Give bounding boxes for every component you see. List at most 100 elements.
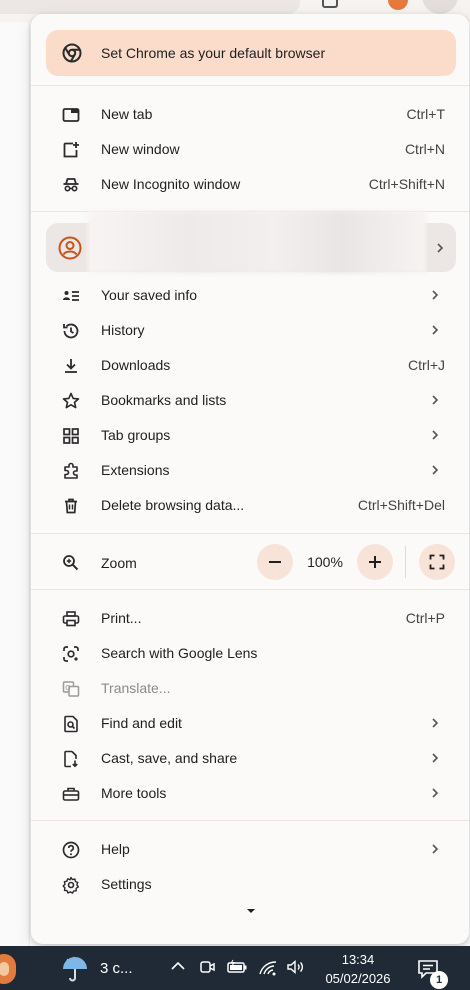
menu-item-label: Your saved info xyxy=(101,287,197,303)
address-bar-edge xyxy=(0,0,300,14)
clock[interactable]: 13:34 05/02/2026 xyxy=(320,950,396,988)
tab-groups-icon xyxy=(61,426,81,446)
menu-divider xyxy=(31,85,469,86)
menu-item-delete-browsing-data[interactable]: Delete browsing data... Ctrl+Shift+Del xyxy=(31,488,469,523)
chevron-right-icon xyxy=(429,751,443,765)
menu-item-incognito[interactable]: New Incognito window Ctrl+Shift+N xyxy=(31,167,469,202)
notification-badge: 1 xyxy=(430,971,448,989)
chevron-right-icon xyxy=(429,842,443,856)
menu-item-label: Tab groups xyxy=(101,427,171,443)
menu-item-label: Delete browsing data... xyxy=(101,497,245,513)
extensions-icon xyxy=(61,461,81,481)
find-icon xyxy=(61,714,81,734)
new-window-icon xyxy=(61,140,81,160)
page-content-edge xyxy=(0,22,30,947)
menu-item-label: Bookmarks and lists xyxy=(101,392,227,408)
menu-item-bookmarks[interactable]: Bookmarks and lists xyxy=(31,383,469,418)
zoom-level: 100% xyxy=(307,554,343,570)
taskbar-app-avatar-icon[interactable] xyxy=(0,954,16,984)
shortcut-label: Ctrl+Shift+Del xyxy=(357,497,445,513)
menu-item-label: Downloads xyxy=(101,357,171,373)
zoom-row: Zoom 100% xyxy=(31,544,469,580)
menu-divider xyxy=(31,533,469,534)
chevron-right-icon xyxy=(429,288,443,302)
menu-item-saved-info[interactable]: Your saved info xyxy=(31,278,469,313)
menu-item-label: New tab xyxy=(101,106,153,122)
weather-icon[interactable] xyxy=(60,956,90,987)
zoom-label: Zoom xyxy=(101,555,137,571)
menu-item-label: Extensions xyxy=(101,462,170,478)
history-icon xyxy=(61,321,81,341)
shortcut-label: Ctrl+J xyxy=(408,357,445,373)
saved-info-icon xyxy=(61,286,81,306)
default-browser-banner[interactable]: Set Chrome as your default browser xyxy=(46,30,456,76)
svg-text:G: G xyxy=(65,684,70,692)
menu-item-print[interactable]: Print... Ctrl+P xyxy=(31,601,469,636)
shortcut-label: Ctrl+P xyxy=(405,610,445,626)
menu-item-label: Search with Google Lens xyxy=(101,645,258,661)
menu-item-label: History xyxy=(101,322,145,338)
default-browser-label: Set Chrome as your default browser xyxy=(101,45,326,61)
zoom-out-button[interactable] xyxy=(257,544,293,580)
menu-item-translate: G Translate... xyxy=(31,671,469,706)
volume-icon[interactable] xyxy=(286,958,306,981)
new-tab-icon xyxy=(61,105,81,125)
menu-item-label: Print... xyxy=(101,610,142,626)
weather-text[interactable]: 3 c... xyxy=(100,960,133,977)
menu-item-downloads[interactable]: Downloads Ctrl+J xyxy=(31,348,469,383)
fullscreen-icon xyxy=(429,554,445,570)
shortcut-label: Ctrl+Shift+N xyxy=(368,176,445,192)
menu-item-google-lens[interactable]: Search with Google Lens xyxy=(31,636,469,671)
profile-avatar-icon[interactable] xyxy=(388,0,408,10)
menu-item-new-window[interactable]: New window Ctrl+N xyxy=(31,132,469,167)
menu-item-more-tools[interactable]: More tools xyxy=(31,776,469,811)
menu-item-extensions[interactable]: Extensions xyxy=(31,453,469,488)
menu-item-new-tab[interactable]: New tab Ctrl+T xyxy=(31,97,469,132)
star-icon xyxy=(61,391,81,411)
menu-item-find-and-edit[interactable]: Find and edit xyxy=(31,706,469,741)
menu-divider xyxy=(31,820,469,821)
chevron-right-icon xyxy=(429,428,443,442)
menu-item-tab-groups[interactable]: Tab groups xyxy=(31,418,469,453)
menu-item-label: New window xyxy=(101,141,180,157)
profile-icon xyxy=(58,236,82,265)
menu-item-cast-save-share[interactable]: Cast, save, and share xyxy=(31,741,469,776)
toolbox-icon xyxy=(61,784,81,804)
menu-item-help[interactable]: Help xyxy=(31,832,469,867)
shortcut-label: Ctrl+N xyxy=(404,141,445,157)
clock-date: 05/02/2026 xyxy=(325,971,391,986)
chrome-menu-button[interactable] xyxy=(422,0,458,14)
menu-item-history[interactable]: History xyxy=(31,313,469,348)
download-icon xyxy=(61,356,81,376)
scroll-down-icon[interactable] xyxy=(247,909,255,913)
zoom-divider xyxy=(405,546,406,578)
menu-item-label: More tools xyxy=(101,785,167,801)
menu-item-label: Find and edit xyxy=(101,715,182,731)
gear-icon xyxy=(61,875,81,895)
chevron-right-icon xyxy=(429,393,443,407)
fullscreen-button[interactable] xyxy=(419,544,455,580)
incognito-icon xyxy=(61,175,81,195)
menu-item-label: Settings xyxy=(101,876,152,892)
chevron-right-icon xyxy=(429,463,443,477)
battery-icon[interactable] xyxy=(226,958,248,981)
profile-row[interactable] xyxy=(46,211,456,273)
taskbar: 3 c... 13:34 05/02/2026 1 xyxy=(0,946,470,990)
menu-item-settings[interactable]: Settings xyxy=(31,867,469,902)
shortcut-label: Ctrl+T xyxy=(406,106,446,122)
menu-item-label: Help xyxy=(101,841,130,857)
minus-icon xyxy=(269,561,281,563)
chevron-right-icon xyxy=(429,323,443,337)
wifi-icon[interactable] xyxy=(258,958,278,981)
chrome-logo-icon xyxy=(62,43,82,68)
chevron-right-icon xyxy=(429,716,443,730)
print-icon xyxy=(61,609,81,629)
chrome-main-menu: Set Chrome as your default browser New t… xyxy=(31,14,469,944)
lens-icon xyxy=(61,644,81,664)
meet-now-icon[interactable] xyxy=(198,958,216,981)
translate-icon: G xyxy=(61,679,81,699)
tab-search-icon[interactable] xyxy=(322,0,338,8)
chevron-up-icon[interactable] xyxy=(170,958,186,979)
zoom-in-button[interactable] xyxy=(357,544,393,580)
chevron-right-icon xyxy=(429,786,443,800)
